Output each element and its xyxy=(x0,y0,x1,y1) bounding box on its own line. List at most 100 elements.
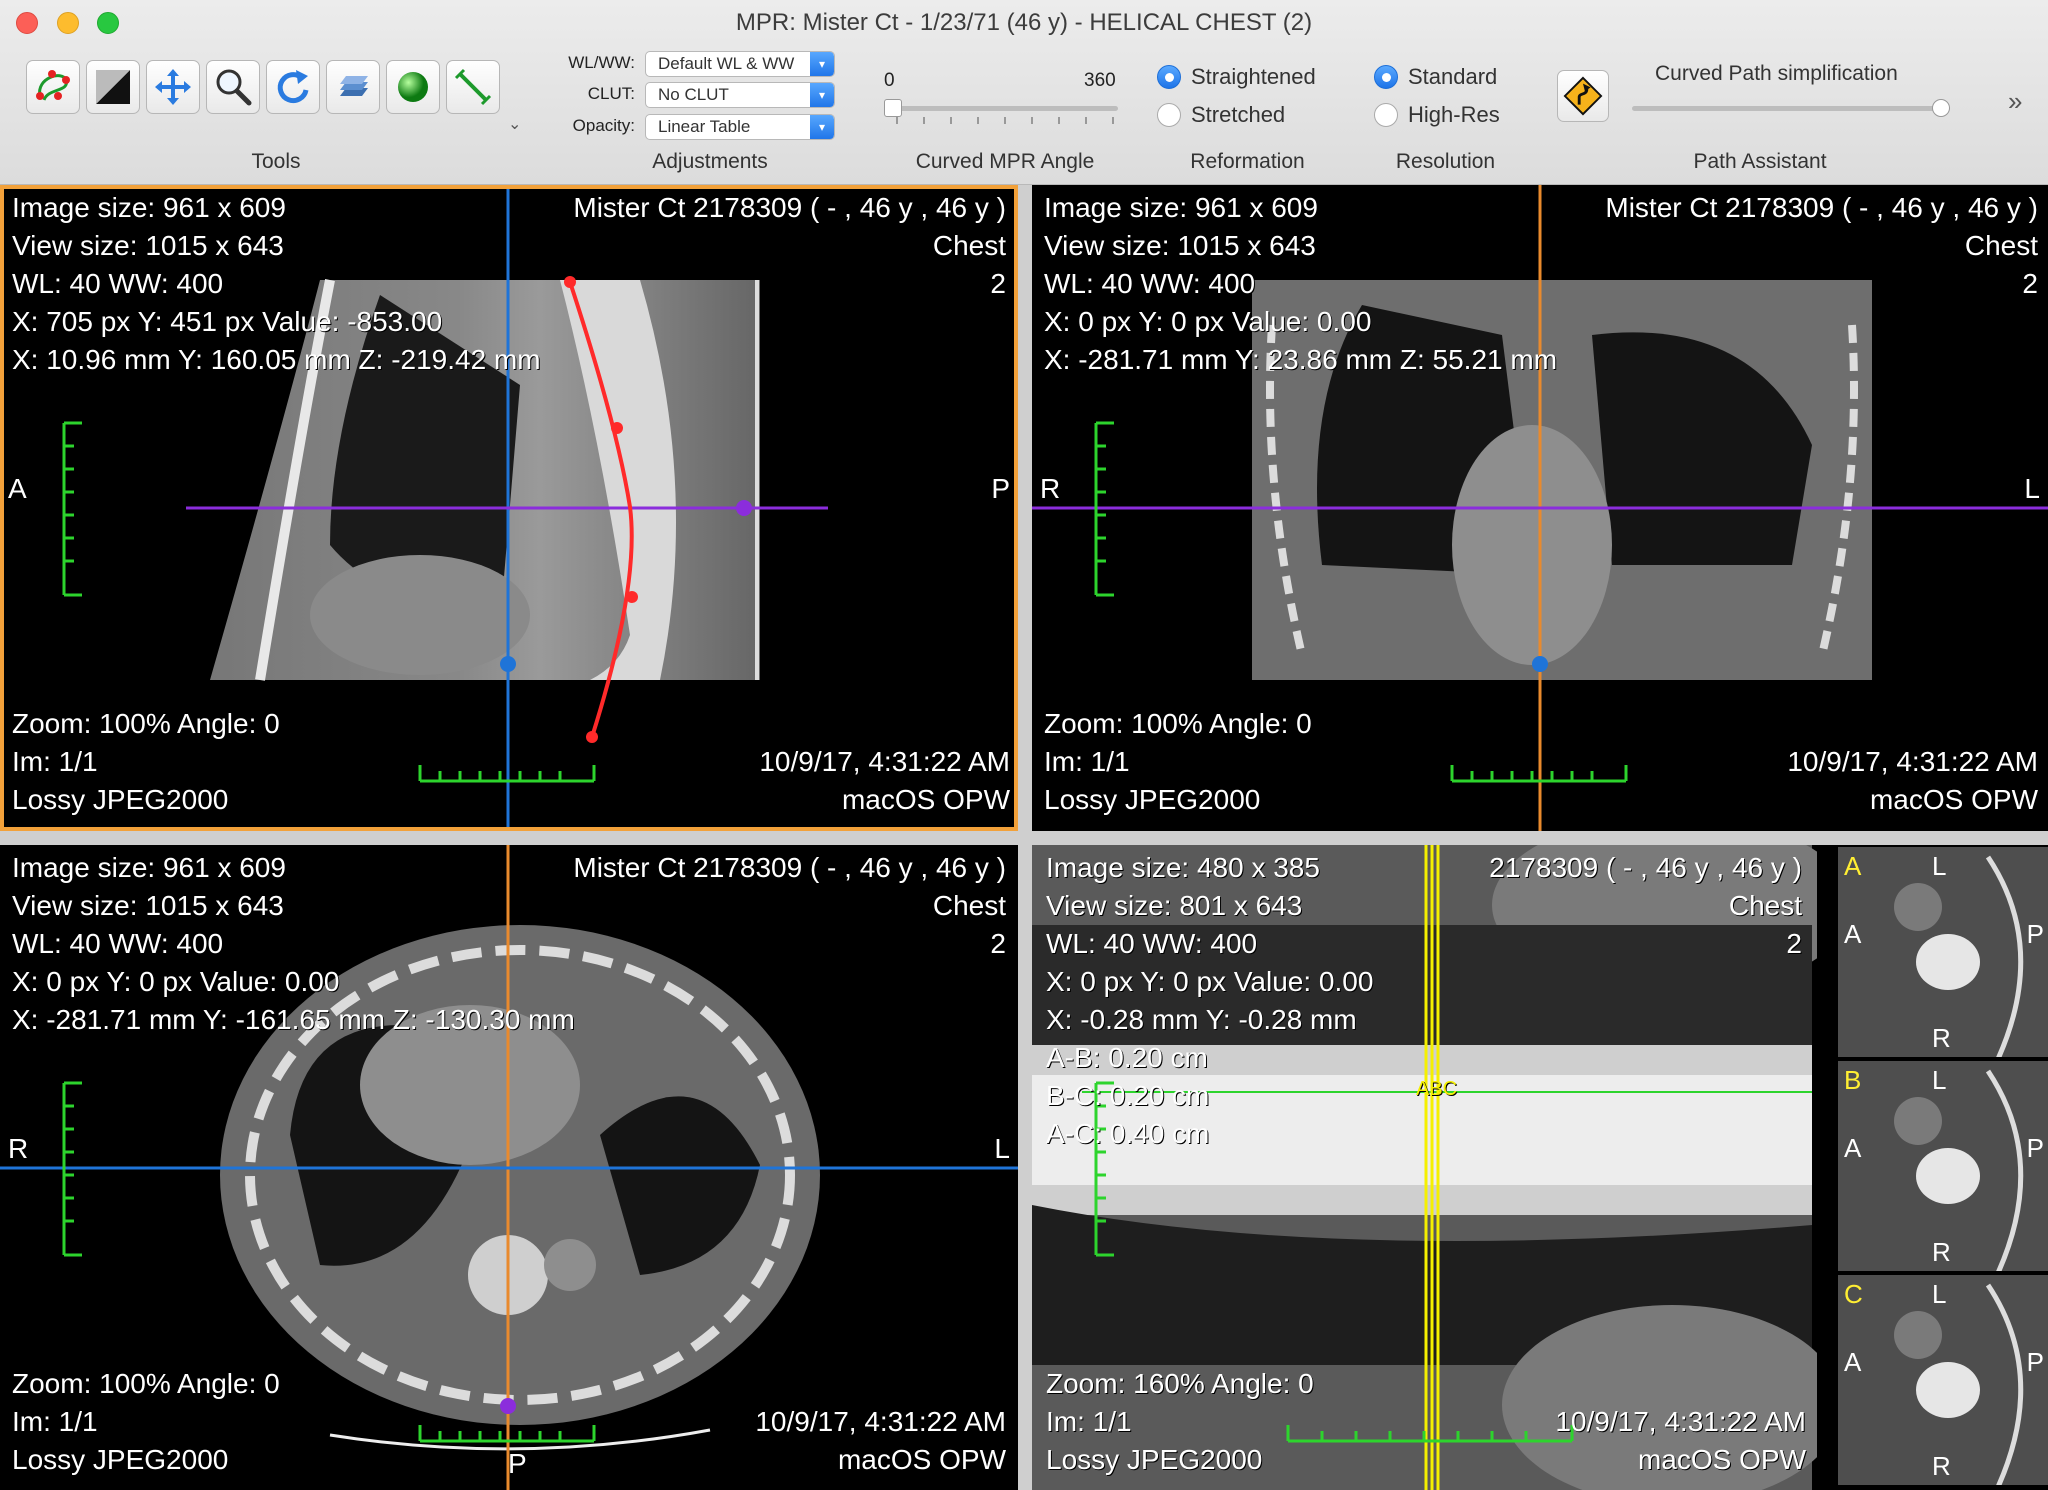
cpr-mm-position: X: -0.28 mm Y: -0.28 mm xyxy=(1046,1004,1357,1035)
angle-max-label: 360 xyxy=(1084,70,1116,91)
cross-section-b-label: B xyxy=(1844,1065,1862,1095)
axi-mm-position: X: -281.71 mm Y: -161.65 mm Z: -130.30 m… xyxy=(12,1004,575,1035)
sag-series: 2 xyxy=(990,268,1006,299)
cross-section-b-right: P xyxy=(2026,1133,2044,1163)
ruler-line-icon xyxy=(454,68,492,106)
cpr-study: Chest xyxy=(1728,890,1802,921)
move-arrows-icon xyxy=(155,69,191,105)
path-assistant-button[interactable] xyxy=(1557,70,1609,122)
sag-pixel-value: X: 705 px Y: 451 px Value: -853.00 xyxy=(12,306,443,337)
radio-standard[interactable]: Standard xyxy=(1374,64,1497,90)
cpr-image-size: Image size: 480 x 385 xyxy=(1046,852,1320,883)
opacity-select[interactable]: Linear Table ▾ xyxy=(645,114,835,140)
opacity-select-value: Linear Table xyxy=(658,117,751,136)
sag-institution: macOS OPW xyxy=(841,784,1010,815)
stack-icon xyxy=(340,76,368,96)
cpr-wl-ww: WL: 40 WW: 400 xyxy=(1046,928,1258,959)
path-simplification-track[interactable] xyxy=(1632,106,1950,111)
angle-slider-knob[interactable] xyxy=(884,99,902,117)
axi-image-size: Image size: 961 x 609 xyxy=(12,852,286,883)
angle-min-label: 0 xyxy=(884,70,895,91)
wlww-select-value: Default WL & WW xyxy=(658,54,795,73)
coronal-viewport[interactable]: Image size: 961 x 609 View size: 1015 x … xyxy=(1032,185,2048,831)
group-label-adjustments: Adjustments xyxy=(652,150,768,173)
curved-mpr-viewport[interactable]: Image size: 480 x 385 View size: 801 x 6… xyxy=(1032,845,2048,1490)
sag-mm-position: X: 10.96 mm Y: 160.05 mm Z: -219.42 mm xyxy=(12,344,541,375)
cross-section-b-bottom: R xyxy=(1932,1237,1951,1267)
cpr-datetime: 10/9/17, 4:31:22 AM xyxy=(1555,1406,1806,1437)
cor-compression: Lossy JPEG2000 xyxy=(1044,784,1261,815)
radio-off-icon xyxy=(1157,103,1181,127)
cor-orient-right: L xyxy=(2024,473,2040,504)
cor-series: 2 xyxy=(2022,268,2038,299)
radio-on-icon xyxy=(1374,65,1398,89)
cor-study: Chest xyxy=(1964,230,2038,261)
window-level-tool-button[interactable] xyxy=(86,60,140,114)
axi-zoom: Zoom: 100% Angle: 0 xyxy=(12,1368,280,1399)
measure-tool-button[interactable] xyxy=(446,60,500,114)
chevron-down-icon: ▾ xyxy=(810,83,834,107)
cpr-patient-info: 2178309 ( - , 46 y , 46 y ) xyxy=(1489,852,1802,883)
window-title: MPR: Mister Ct - 1/23/71 (46 y) - HELICA… xyxy=(735,9,1313,36)
group-label-tools: Tools xyxy=(251,150,301,173)
curved-path-tool-button[interactable] xyxy=(26,60,80,114)
axi-study: Chest xyxy=(932,890,1006,921)
horizontal-splitter[interactable] xyxy=(0,831,2048,845)
sag-compression: Lossy JPEG2000 xyxy=(12,784,229,815)
group-label-reformation: Reformation xyxy=(1190,150,1305,173)
radio-on-icon xyxy=(1157,65,1181,89)
stretched-label: Stretched xyxy=(1191,102,1286,127)
cross-section-b-left: A xyxy=(1844,1133,1862,1163)
cross-section-b[interactable]: B L A P R xyxy=(1838,1059,2048,1271)
sag-image-size: Image size: 961 x 609 xyxy=(12,192,286,223)
radio-stretched[interactable]: Stretched xyxy=(1157,102,1285,128)
angle-slider-ticks xyxy=(896,117,1116,125)
green-sphere-icon xyxy=(398,72,428,102)
cross-section-c-right: P xyxy=(2026,1347,2044,1377)
curve-road-sign-icon xyxy=(1563,76,1603,116)
cross-section-a-left: A xyxy=(1844,919,1862,949)
radio-straightened[interactable]: Straightened xyxy=(1157,64,1316,90)
standard-label: Standard xyxy=(1408,64,1498,89)
radio-off-icon xyxy=(1374,103,1398,127)
cross-section-a-label: A xyxy=(1844,851,1862,881)
rotate-tool-button[interactable] xyxy=(266,60,320,114)
angle-slider-track[interactable] xyxy=(888,106,1118,111)
cross-section-c-label: C xyxy=(1844,1279,1863,1309)
cross-section-a[interactable]: A L A P R xyxy=(1838,845,2048,1057)
wlww-select[interactable]: Default WL & WW ▾ xyxy=(645,51,835,77)
sag-study: Chest xyxy=(932,230,1006,261)
clut-select[interactable]: No CLUT ▾ xyxy=(645,82,835,108)
cor-orient-left: R xyxy=(1040,473,1061,504)
cor-patient-info: Mister Ct 2178309 ( - , 46 y , 46 y ) xyxy=(1605,192,2038,223)
cross-section-c-bottom: R xyxy=(1932,1451,1951,1481)
axi-patient-info: Mister Ct 2178309 ( - , 46 y , 46 y ) xyxy=(573,852,1006,883)
cpr-compression: Lossy JPEG2000 xyxy=(1046,1444,1263,1475)
sagittal-viewport[interactable]: Image size: 961 x 609 View size: 1015 x … xyxy=(0,185,1018,831)
axi-orient-bottom: P xyxy=(508,1448,527,1479)
pan-tool-button[interactable] xyxy=(146,60,200,114)
cor-image-index: Im: 1/1 xyxy=(1044,746,1130,777)
axi-institution: macOS OPW xyxy=(837,1444,1006,1475)
cor-institution: macOS OPW xyxy=(1869,784,2038,815)
axial-viewport[interactable]: Image size: 961 x 609 View size: 1015 x … xyxy=(0,845,1018,1490)
cpr-measure-bc: B-C: 0.20 cm xyxy=(1046,1080,1210,1111)
cor-zoom: Zoom: 100% Angle: 0 xyxy=(1044,708,1312,739)
axi-datetime: 10/9/17, 4:31:22 AM xyxy=(755,1406,1006,1437)
cor-view-size: View size: 1015 x 643 xyxy=(1044,230,1316,261)
stack-tool-button[interactable] xyxy=(326,60,380,114)
tools-overflow-chevron-icon[interactable]: ⌄ xyxy=(508,114,521,134)
group-label-resolution: Resolution xyxy=(1395,150,1496,173)
sag-wl-ww: WL: 40 WW: 400 xyxy=(12,268,224,299)
cpr-pixel-value: X: 0 px Y: 0 px Value: 0.00 xyxy=(1046,966,1374,997)
path-simplification-label: Curved Path simplification xyxy=(1655,62,1898,85)
toolbar-more-button[interactable]: » xyxy=(2008,86,2022,117)
cpr-abc-marker[interactable]: ABC xyxy=(1416,1070,1457,1108)
path-simplification-knob[interactable] xyxy=(1932,99,1950,117)
cpr-view-size: View size: 801 x 643 xyxy=(1046,890,1303,921)
radio-high-res[interactable]: High-Res xyxy=(1374,102,1500,128)
cpr-measure-ac: A-C: 0.40 cm xyxy=(1046,1118,1210,1149)
zoom-tool-button[interactable] xyxy=(206,60,260,114)
cross-section-c[interactable]: C L A P R xyxy=(1838,1273,2048,1485)
volume-tool-button[interactable] xyxy=(386,60,440,114)
